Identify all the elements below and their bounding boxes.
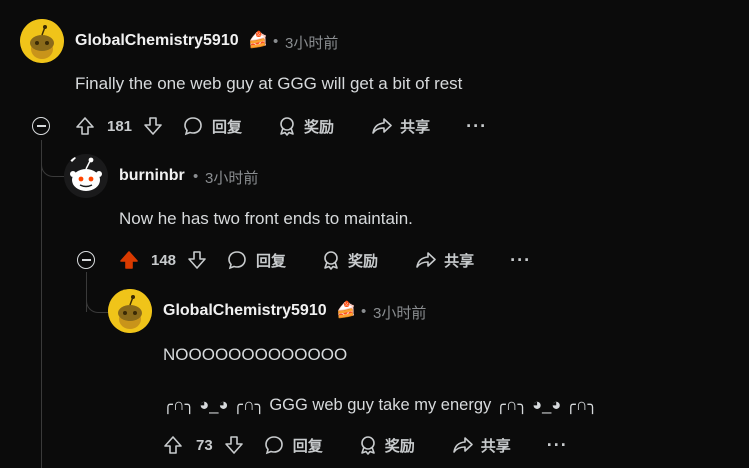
thread-line-1	[41, 140, 42, 468]
comment-bubble-icon	[264, 436, 283, 455]
upvote-icon	[164, 436, 182, 454]
share-button[interactable]: 共享	[370, 115, 430, 137]
upvote-button[interactable]	[74, 115, 96, 137]
reply-label: 回复	[256, 252, 287, 270]
share-icon	[416, 252, 436, 268]
share-label: 共享	[480, 437, 511, 455]
reply-button[interactable]: 回复	[226, 249, 286, 271]
more-options-icon[interactable]: ···	[547, 435, 568, 456]
meta-separator: •	[193, 168, 199, 185]
collapse-button[interactable]	[32, 117, 50, 135]
more-options-icon[interactable]: ···	[510, 250, 531, 271]
share-icon	[452, 437, 473, 453]
share-button[interactable]: 共享	[451, 434, 511, 456]
cake-icon: 🍰	[248, 32, 268, 49]
meta-separator: •	[273, 33, 279, 50]
downvote-icon	[188, 251, 206, 269]
award-label: 奖励	[304, 118, 335, 136]
more-options-icon[interactable]: ···	[466, 116, 487, 137]
action-bar: 181 回复 奖励 共享 ···	[74, 112, 487, 140]
share-button[interactable]: 共享	[414, 249, 474, 271]
cake-icon: 🍰	[336, 302, 356, 319]
vote-score: 73	[196, 436, 213, 454]
snoo-avatar-icon	[20, 19, 64, 63]
reply-label: 回复	[292, 437, 323, 455]
award-button[interactable]: 奖励	[276, 115, 334, 137]
reply-label: 回复	[212, 118, 243, 136]
downvote-button[interactable]	[142, 115, 164, 137]
username[interactable]: GlobalChemistry5910	[163, 302, 327, 320]
comment-bubble-icon	[184, 117, 202, 136]
timestamp[interactable]: 3小时前	[285, 32, 338, 53]
reply-button[interactable]: 回复	[263, 434, 323, 456]
collapse-button[interactable]	[77, 251, 95, 269]
share-label: 共享	[400, 118, 431, 136]
avatar[interactable]	[108, 289, 152, 333]
award-button[interactable]: 奖励	[357, 434, 415, 456]
upvote-button[interactable]	[118, 249, 140, 271]
vote-score: 148	[151, 251, 177, 269]
snoo-avatar-icon	[108, 289, 152, 333]
downvote-button[interactable]	[223, 434, 245, 456]
timestamp[interactable]: 3小时前	[373, 302, 426, 323]
reply-button[interactable]: 回复	[182, 115, 242, 137]
action-bar: 148 回复 奖励 共享 ···	[118, 246, 531, 274]
downvote-button[interactable]	[186, 249, 208, 271]
award-label: 奖励	[348, 252, 379, 270]
award-label: 奖励	[384, 437, 415, 455]
downvote-icon	[224, 436, 243, 454]
upvote-icon	[76, 117, 94, 135]
comment-bubble-icon	[228, 251, 246, 270]
comment-body: Finally the one web guy at GGG will get …	[75, 74, 463, 93]
username[interactable]: GlobalChemistry5910	[75, 32, 239, 50]
comment-body-line-2: ╭∩╮ ◕_◕ ╭∩╮ GGG web guy take my energy ╭…	[163, 396, 598, 414]
snoo-avatar-icon	[64, 154, 108, 198]
share-label: 共享	[444, 252, 475, 270]
share-icon	[372, 118, 392, 134]
avatar[interactable]	[64, 154, 108, 198]
comment-body: Now he has two front ends to maintain.	[119, 209, 413, 228]
vote-score: 181	[107, 117, 133, 135]
award-icon	[360, 436, 375, 455]
upvote-button[interactable]	[162, 434, 184, 456]
avatar[interactable]	[20, 19, 64, 63]
meta-separator: •	[361, 303, 367, 320]
comment-body-line-1: NOOOOOOOOOOOOO	[163, 345, 348, 364]
username[interactable]: burninbr	[119, 167, 185, 185]
thread-connector-1	[41, 140, 64, 177]
action-bar: 73 回复 奖励 共享 ···	[162, 431, 568, 459]
award-icon	[324, 251, 338, 270]
thread-connector-2	[86, 272, 109, 313]
timestamp[interactable]: 3小时前	[205, 167, 258, 188]
award-icon	[280, 117, 294, 136]
upvote-icon	[120, 251, 138, 269]
award-button[interactable]: 奖励	[320, 249, 378, 271]
downvote-icon	[144, 117, 162, 135]
